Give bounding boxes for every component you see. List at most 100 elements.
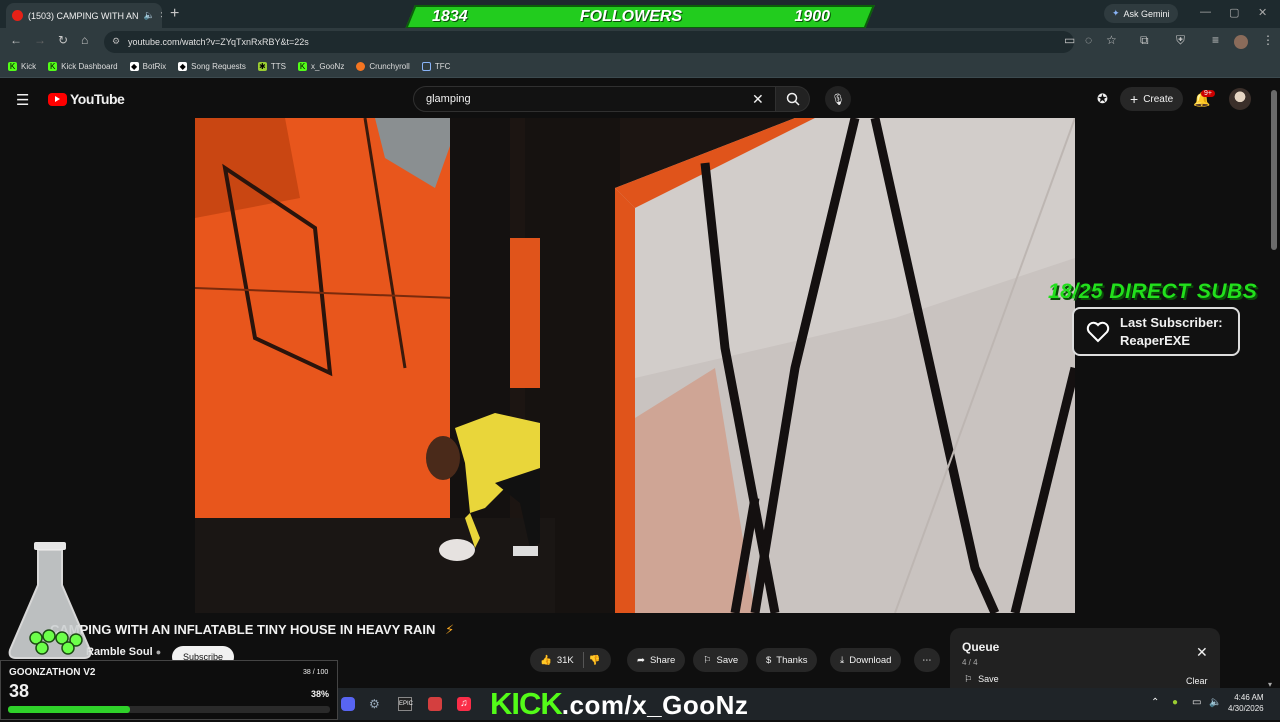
bookmark-label: Crunchyroll — [369, 62, 410, 71]
browser-menu-icon[interactable]: ⋮ — [1262, 33, 1274, 47]
youtube-logo[interactable]: YouTube — [48, 91, 125, 107]
scroll-down-icon[interactable]: ▾ — [1268, 680, 1272, 689]
close-queue-icon[interactable]: ✕ — [1196, 644, 1208, 661]
discord-icon[interactable] — [341, 697, 355, 711]
volume-icon[interactable]: 🔈 — [1209, 697, 1221, 708]
bookmark-label: BotRix — [142, 62, 167, 71]
queue-save-label: Save — [978, 674, 999, 684]
back-icon[interactable]: ← — [10, 33, 22, 47]
bookmark-label: TFC — [434, 62, 451, 71]
hamburger-menu-icon[interactable]: ☰ — [16, 91, 29, 109]
search-button[interactable] — [776, 86, 810, 112]
close-window-icon[interactable]: ✕ — [1258, 6, 1267, 19]
botrix-icon: ◆ — [129, 62, 139, 71]
bookmark-kick-dashboard[interactable]: K Kick Dashboard — [48, 62, 118, 71]
more-actions-button[interactable]: ⋯ — [914, 648, 940, 672]
windows-taskbar — [338, 688, 1280, 720]
browser-tab[interactable]: (1503) CAMPING WITH AN 🔈 ✕ — [6, 3, 162, 28]
bookmark-kick[interactable]: K Kick — [8, 62, 36, 71]
heart-icon — [1086, 321, 1110, 342]
crunchyroll-icon — [356, 62, 366, 71]
divider — [582, 652, 584, 668]
reload-icon[interactable]: ↻ — [58, 33, 68, 47]
music-icon[interactable]: ♫ — [457, 697, 471, 711]
address-bar[interactable]: ⚙ youtube.com/watch?v=ZYqTxnRxRBY&t=22s — [104, 31, 1074, 53]
tts-icon: ✱ — [257, 62, 267, 71]
tab-audio-icon[interactable]: 🔈 — [144, 10, 155, 21]
thanks-label: Thanks — [776, 654, 808, 666]
video-player[interactable] — [195, 118, 1075, 613]
save-button[interactable]: ⚐ Save — [693, 648, 749, 672]
search-icon — [786, 92, 800, 106]
followers-goal-text: 1834 FOLLOWERS 1900 — [410, 5, 870, 29]
bookmark-botrix[interactable]: ◆ BotRix — [129, 62, 167, 71]
thumbs-up-icon: 👍 — [540, 654, 552, 666]
share-button[interactable]: ➦ Share — [627, 648, 686, 672]
bookmark-tfc[interactable]: TFC — [421, 62, 451, 71]
reading-list-icon[interactable]: ≡ — [1212, 33, 1219, 47]
bookmark-x-goonz[interactable]: Kx_GooNz — [297, 62, 345, 71]
epic-games-icon[interactable]: EPIC — [398, 697, 413, 711]
thanks-button[interactable]: $ Thanks — [756, 648, 818, 672]
voice-search-button[interactable]: 🎙 — [825, 86, 851, 112]
queue-clear-button[interactable]: Clear — [1186, 676, 1208, 686]
create-button[interactable]: + Create — [1120, 87, 1184, 111]
last-subscriber-card: Last Subscriber: ReaperEXE — [1072, 307, 1240, 356]
verified-icon: ● — [155, 647, 162, 657]
tray-app-icon[interactable]: ● — [1172, 697, 1178, 708]
bookmark-crunchyroll[interactable]: Crunchyroll — [356, 62, 410, 71]
system-clock[interactable]: 4:46 AM 4/30/2026 — [1228, 692, 1264, 714]
channel-name[interactable]: Ramble Soul ● — [86, 646, 161, 658]
home-icon[interactable]: ⌂ — [81, 33, 88, 47]
microphone-icon: 🎙 — [831, 93, 845, 106]
app-icon[interactable] — [428, 697, 442, 711]
bookmark-label: Kick — [21, 62, 37, 71]
like-button[interactable]: 👍 31K 👎 — [530, 648, 611, 672]
maximize-icon[interactable]: ▢ — [1229, 6, 1239, 19]
kick-channel-url: KICK.com/x_GooNz — [490, 686, 748, 722]
plus-icon: + — [1130, 91, 1139, 107]
ask-gemini-button[interactable]: ✦ Ask Gemini — [1104, 4, 1178, 23]
share-icon: ➦ — [637, 654, 645, 666]
cast-icon[interactable]: ▭ — [1064, 33, 1075, 47]
minimize-icon[interactable]: — — [1200, 6, 1211, 18]
clear-search-icon[interactable]: ✕ — [752, 91, 764, 108]
video-title-text: CAMPING WITH AN INFLATABLE TINY HOUSE IN… — [50, 622, 436, 637]
bookmark-tts[interactable]: ✱ TTS — [257, 62, 286, 71]
folder-icon — [421, 62, 431, 71]
thumbs-down-icon[interactable]: 👎 — [589, 655, 601, 666]
queue-save-button[interactable]: ⚐ Save — [964, 674, 999, 685]
followers-current: 1834 — [432, 8, 468, 25]
browser-profile-avatar[interactable] — [1234, 35, 1248, 49]
tray-overflow-icon[interactable]: ⌃ — [1151, 697, 1159, 708]
bookmark-song-requests[interactable]: ◆ Song Requests — [178, 62, 246, 71]
site-info-icon[interactable]: ⚙ — [112, 36, 120, 47]
page-scrollbar[interactable] — [1271, 90, 1277, 250]
flask-overlay-image — [8, 542, 92, 659]
forward-icon[interactable]: → — [34, 33, 46, 47]
search-input[interactable]: glamping — [413, 86, 776, 112]
extensions-icon[interactable]: ⧉ — [1140, 33, 1149, 48]
lightning-icon: ⚡ — [445, 622, 455, 637]
download-label: Download — [849, 654, 892, 666]
kick-icon: K — [8, 62, 17, 71]
followers-goal: 1900 — [794, 8, 830, 25]
video-frame-image — [195, 118, 1075, 613]
direct-subs-goal: 18/25 DIRECT SUBS — [1048, 280, 1258, 303]
bookmark-label: x_GooNz — [310, 62, 345, 71]
studio-icon[interactable]: ✪ — [1097, 91, 1108, 107]
gemini-icon: ✦ — [1112, 8, 1120, 18]
youtube-favicon-icon — [12, 10, 23, 21]
steam-icon[interactable]: ⚙ — [369, 697, 380, 711]
download-button[interactable]: ⤓ Download — [830, 648, 902, 672]
network-icon[interactable]: ▭ — [1192, 697, 1201, 708]
youtube-logo-text: YouTube — [70, 91, 125, 107]
hide-icon[interactable]: ◌ — [1085, 33, 1092, 47]
profile-switch-icon[interactable]: ⛨ — [1176, 33, 1185, 48]
kick-icon: K — [48, 62, 58, 71]
bookmark-icon: ⚐ — [703, 654, 712, 666]
account-avatar[interactable] — [1229, 88, 1251, 110]
tab-close-icon[interactable]: ✕ — [160, 10, 162, 21]
bookmark-star-icon[interactable]: ☆ — [1106, 33, 1117, 47]
new-tab-button[interactable]: + — [170, 5, 179, 23]
